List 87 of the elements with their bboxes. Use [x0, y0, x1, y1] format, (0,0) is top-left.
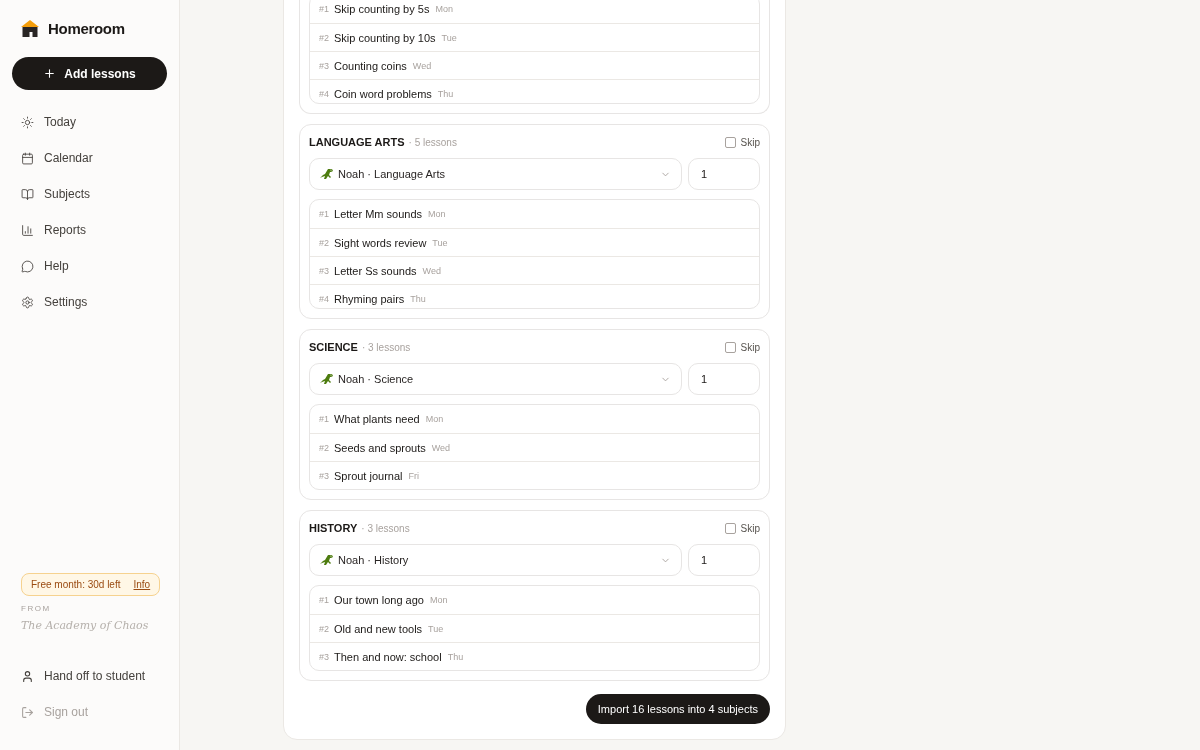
dinosaur-icon	[320, 167, 334, 181]
hand-off-link[interactable]: Hand off to student	[12, 658, 167, 694]
lesson-day: Mon	[428, 209, 446, 219]
subject-title: SCIENCE	[309, 341, 358, 353]
chat-bubble-icon	[21, 259, 34, 273]
person-icon	[21, 669, 34, 683]
lesson-title: Old and new tools	[334, 622, 423, 635]
nav-item[interactable]: Subjects	[12, 176, 167, 212]
nav-item[interactable]: Reports	[12, 212, 167, 248]
lesson-title: Letter Ss sounds	[334, 264, 417, 277]
lesson-day: Tue	[441, 32, 457, 43]
from-label: FROM	[21, 604, 52, 613]
lesson-number: #4	[319, 293, 329, 304]
lesson-day: Mon	[429, 595, 448, 605]
dinosaur-icon	[320, 553, 334, 567]
lesson-day: Wed	[422, 265, 441, 276]
per-day-field[interactable]: 1	[688, 158, 760, 190]
lesson-number: #1	[319, 209, 329, 219]
skip-label: Skip	[740, 522, 760, 534]
skip-checkbox[interactable]	[724, 522, 736, 534]
lesson-title: Skip counting by 10s	[334, 31, 436, 44]
lesson-title: What plants need	[334, 413, 420, 425]
lesson-number: #1	[319, 4, 329, 14]
lesson-day: Wed	[431, 442, 451, 453]
subject-select[interactable]: Noah · Science	[309, 363, 682, 395]
lesson-title: Letter Mm sounds	[334, 208, 423, 220]
subject-title: HISTORY	[309, 522, 358, 534]
settings-icon	[21, 295, 34, 309]
lesson-number: #2	[319, 623, 329, 634]
lesson-title: Sight words review	[334, 236, 427, 249]
nav-item[interactable]: Help	[12, 248, 167, 284]
calendar-icon	[21, 151, 34, 165]
brand-name: Homeroom	[48, 19, 125, 37]
import-button[interactable]: Import 16 lessons into 4 subjects	[585, 694, 770, 724]
lesson-title: Coin word problems	[334, 87, 432, 100]
lesson-day: Tue	[428, 623, 444, 634]
bar-chart-icon	[21, 223, 34, 237]
lesson-day: Wed	[412, 60, 432, 71]
book-icon	[21, 187, 34, 201]
lesson-title: Then and now: school	[334, 650, 442, 663]
add-lessons-button[interactable]: Add lessons	[12, 57, 167, 90]
lesson-day: Thu	[437, 88, 454, 99]
trial-text: Free month: 30d left	[31, 579, 121, 590]
lesson-number: #1	[319, 414, 329, 424]
lesson-title: Sprout journal	[334, 469, 403, 482]
skip-checkbox[interactable]	[724, 341, 736, 353]
lesson-day: Mon	[425, 414, 444, 424]
lesson-number: #2	[319, 32, 329, 43]
sun-icon	[21, 115, 34, 129]
lesson-title: Our town long ago	[334, 594, 424, 606]
lesson-number: #2	[319, 442, 329, 453]
info-link[interactable]: Info	[133, 579, 151, 590]
lesson-day: Tue	[432, 237, 448, 248]
lesson-day: Mon	[435, 4, 453, 14]
lesson-number: #3	[319, 60, 329, 71]
signature: The Academy of Chaos	[21, 619, 150, 632]
lesson-number: #4	[319, 88, 329, 99]
skip-label: Skip	[740, 136, 760, 148]
lesson-number: #1	[319, 595, 329, 605]
lesson-number: #3	[319, 265, 329, 276]
lesson-count: · 3 lessons	[361, 522, 410, 534]
lesson-number: #2	[319, 237, 329, 248]
dinosaur-icon	[320, 372, 334, 386]
nav-item[interactable]: Calendar	[12, 140, 167, 176]
per-day-field[interactable]: 1	[688, 363, 760, 395]
skip-checkbox[interactable]	[724, 136, 736, 148]
plus-icon	[43, 67, 57, 80]
lesson-title: Skip counting by 5s	[334, 3, 430, 15]
lesson-day: Fri	[408, 470, 419, 481]
nav-item[interactable]: Today	[12, 104, 167, 140]
lesson-title: Seeds and sprouts	[334, 441, 426, 454]
lesson-title: Rhyming pairs	[334, 292, 405, 305]
subject-select[interactable]: Noah · Language Arts	[309, 158, 682, 190]
skip-label: Skip	[740, 341, 760, 353]
subject-select[interactable]: Noah · History	[309, 544, 682, 576]
subject-title: LANGUAGE ARTS	[309, 136, 405, 148]
lesson-count: · 5 lessons	[408, 136, 457, 148]
lesson-title: Counting coins	[334, 59, 407, 72]
lesson-day: Thu	[447, 651, 464, 662]
per-day-field[interactable]: 1	[688, 544, 760, 576]
nav-item[interactable]: Settings	[12, 284, 167, 320]
house-icon	[21, 19, 39, 37]
lesson-number: #3	[319, 470, 329, 481]
lesson-number: #3	[319, 651, 329, 662]
lesson-day: Thu	[410, 293, 426, 304]
lesson-count: · 3 lessons	[361, 341, 411, 353]
sign-out-icon	[21, 705, 34, 719]
